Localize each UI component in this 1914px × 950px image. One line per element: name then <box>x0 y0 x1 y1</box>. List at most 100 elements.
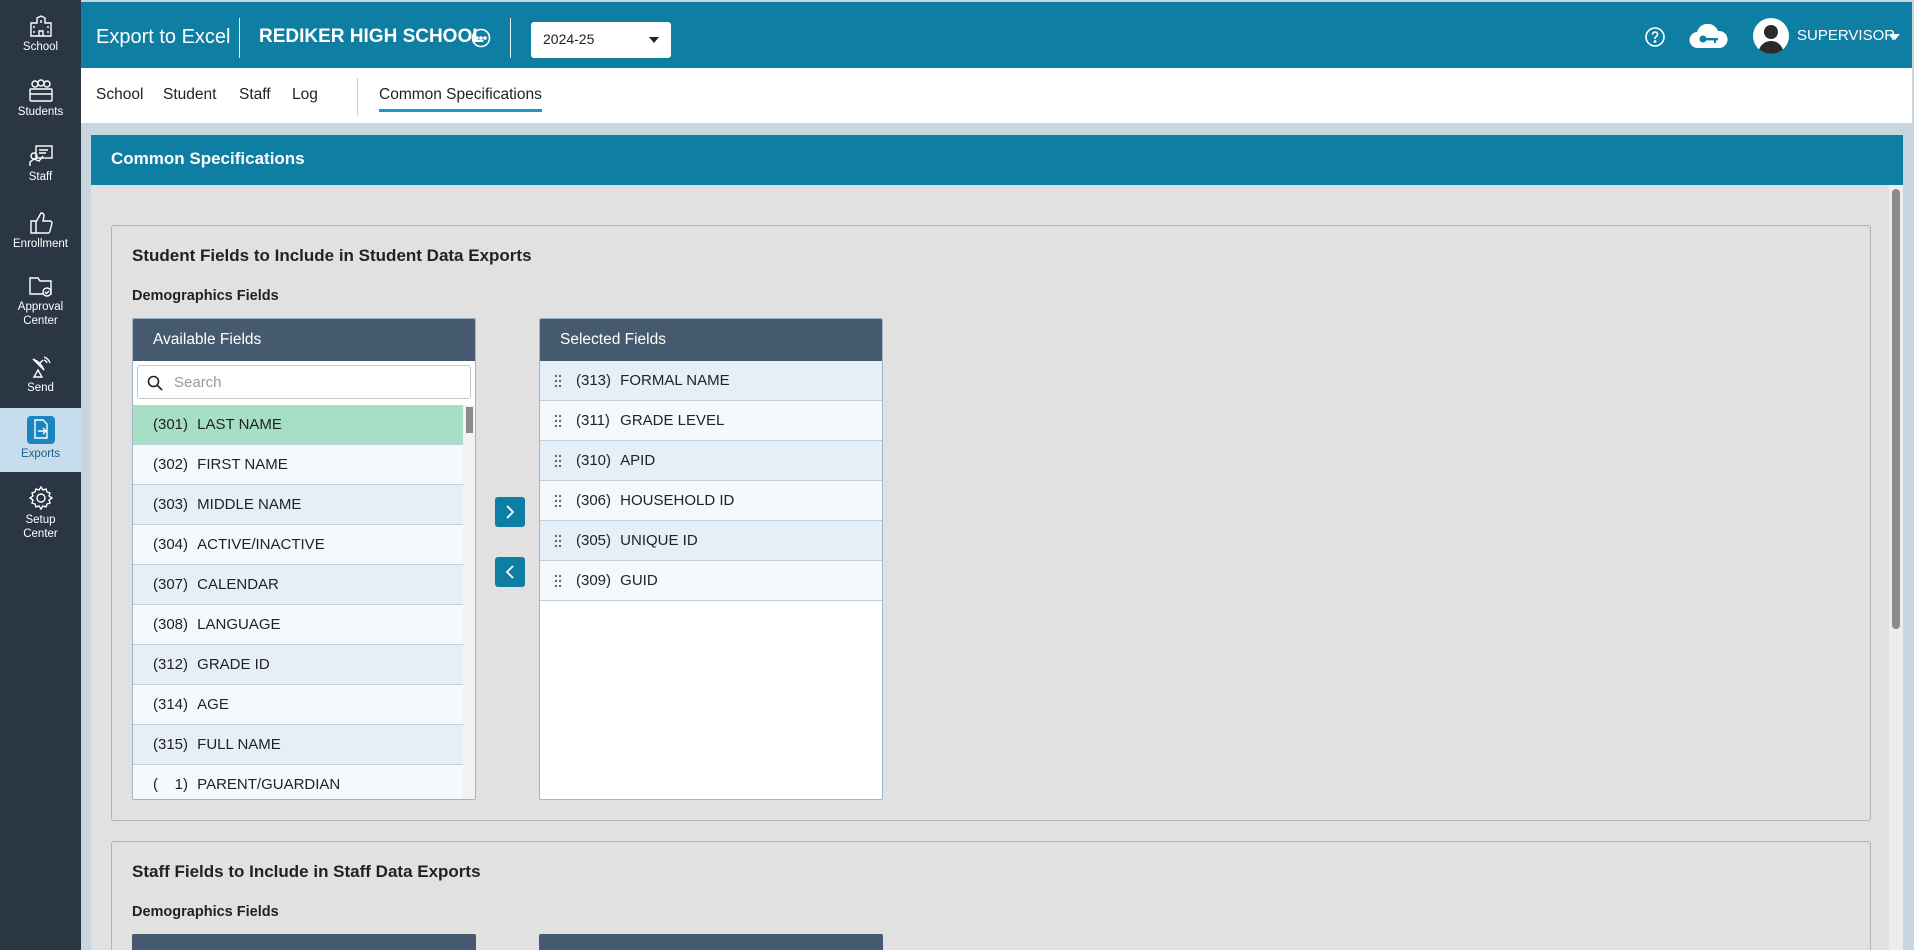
field-name: GRADE ID <box>197 656 270 673</box>
list-item[interactable]: (302) FIRST NAME <box>133 445 463 485</box>
field-code: (303) <box>153 496 189 513</box>
drag-handle-icon[interactable] <box>554 414 562 428</box>
sidebar-item-label: Center <box>23 528 58 540</box>
section-subtitle: Demographics Fields <box>132 288 279 304</box>
chevron-left-icon <box>505 565 514 579</box>
drag-handle-icon[interactable] <box>554 574 562 588</box>
field-name: LAST NAME <box>197 416 282 433</box>
list-item[interactable]: (303) MIDDLE NAME <box>133 485 463 525</box>
chevron-right-icon <box>506 505 515 519</box>
field-name: GRADE LEVEL <box>620 412 725 429</box>
list-scrollbar-thumb[interactable] <box>466 407 473 433</box>
main-panel: Common Specifications Student Fields to … <box>91 135 1903 950</box>
field-code: (305) <box>576 532 612 549</box>
field-code: ( 1) <box>153 776 189 793</box>
tab-log[interactable]: Log <box>292 86 318 104</box>
header-divider <box>510 18 511 58</box>
list-item[interactable]: ( 1) PARENT/GUARDIAN <box>133 765 463 799</box>
sidebar-item-students[interactable]: Students <box>0 79 81 119</box>
school-icon <box>29 15 52 37</box>
cloud-key-icon[interactable] <box>1688 24 1730 50</box>
sidebar-item-setup-center[interactable]: Setup Center <box>0 485 81 541</box>
selected-fields-list: Selected Fields (313) FORMAL NAME (311) … <box>539 318 883 800</box>
top-header: Export to Excel REDIKER HIGH SCHOOL 2024… <box>81 2 1912 68</box>
tab-common-specifications[interactable]: Common Specifications <box>379 86 542 112</box>
sidebar-item-send[interactable]: Send <box>0 353 81 395</box>
selected-rows: (313) FORMAL NAME (311) GRADE LEVEL (310… <box>540 361 882 601</box>
field-code: (306) <box>576 492 612 509</box>
list-item[interactable]: (308) LANGUAGE <box>133 605 463 645</box>
list-item[interactable]: (314) AGE <box>133 685 463 725</box>
sidebar-item-label: Students <box>17 106 64 118</box>
sidebar-item-staff[interactable]: Staff <box>0 144 81 184</box>
drag-handle-icon[interactable] <box>554 454 562 468</box>
field-code: (313) <box>576 372 612 389</box>
search-icon <box>147 375 163 391</box>
tab-student[interactable]: Student <box>163 86 216 104</box>
sidebar-item-school[interactable]: School <box>0 14 81 54</box>
field-code: (309) <box>576 572 612 589</box>
sidebar-item-approval-center[interactable]: Approval Center <box>0 274 81 328</box>
drag-handle-icon[interactable] <box>554 374 562 388</box>
panel-scrollbar-thumb[interactable] <box>1892 189 1900 629</box>
sidebar-item-label: Staff <box>28 171 53 183</box>
field-name: CALENDAR <box>197 576 279 593</box>
sidebar-item-exports[interactable]: Exports <box>0 408 81 472</box>
help-icon[interactable] <box>1644 26 1666 48</box>
list-item[interactable]: (311) GRADE LEVEL <box>540 401 882 441</box>
list-item[interactable]: (310) APID <box>540 441 882 481</box>
field-code: (312) <box>153 656 189 673</box>
sidebar-item-label: School <box>22 41 59 53</box>
tab-school[interactable]: School <box>96 86 143 104</box>
list-item[interactable]: (309) GUID <box>540 561 882 601</box>
sidebar-item-enrollment[interactable]: Enrollment <box>0 209 81 251</box>
field-name: FORMAL NAME <box>620 372 730 389</box>
sidebar-item-label: Enrollment <box>13 238 68 250</box>
section-title: Student Fields to Include in Student Dat… <box>132 246 532 265</box>
field-name: GUID <box>620 572 658 589</box>
chevron-down-icon[interactable] <box>1890 34 1900 40</box>
chevron-down-icon <box>649 37 659 43</box>
more-options-icon[interactable] <box>471 28 491 48</box>
move-right-button[interactable] <box>495 497 525 527</box>
field-name: FULL NAME <box>197 736 281 753</box>
list-item[interactable]: (301) LAST NAME <box>133 405 463 445</box>
avatar[interactable] <box>1753 18 1789 54</box>
field-code: (304) <box>153 536 189 553</box>
school-year-value: 2024-25 <box>543 31 595 47</box>
list-item[interactable]: (304) ACTIVE/INACTIVE <box>133 525 463 565</box>
app-title: Export to Excel <box>96 26 231 48</box>
field-name: UNIQUE ID <box>620 532 698 549</box>
drag-handle-icon[interactable] <box>554 494 562 508</box>
move-left-button[interactable] <box>495 557 525 587</box>
sidebar-item-label: Send <box>27 382 54 394</box>
list-header-bar <box>132 934 476 950</box>
tab-divider <box>357 78 358 116</box>
field-code: (311) <box>576 412 610 429</box>
drag-handle-icon[interactable] <box>554 534 562 548</box>
school-year-select[interactable]: 2024-25 <box>531 22 671 58</box>
list-item[interactable]: (315) FULL NAME <box>133 725 463 765</box>
field-code: (314) <box>153 696 189 713</box>
list-scrollbar-track[interactable] <box>463 405 475 799</box>
field-name: MIDDLE NAME <box>197 496 302 513</box>
school-name[interactable]: REDIKER HIGH SCHOOL <box>259 26 484 48</box>
list-item[interactable]: (307) CALENDAR <box>133 565 463 605</box>
sidebar-item-label: Setup <box>25 514 56 526</box>
tab-staff[interactable]: Staff <box>239 86 271 104</box>
satellite-icon <box>32 356 51 378</box>
section-title: Staff Fields to Include in Staff Data Ex… <box>132 862 481 881</box>
list-header-bar <box>539 934 883 950</box>
list-item[interactable]: (305) UNIQUE ID <box>540 521 882 561</box>
list-item[interactable]: (312) GRADE ID <box>133 645 463 685</box>
field-name: LANGUAGE <box>197 616 281 633</box>
export-file-icon <box>26 416 55 444</box>
folder-check-icon <box>28 277 52 297</box>
field-name: FIRST NAME <box>197 456 288 473</box>
user-name[interactable]: SUPERVISOR <box>1797 27 1895 44</box>
list-item[interactable]: (313) FORMAL NAME <box>540 361 882 401</box>
list-item[interactable]: (306) HOUSEHOLD ID <box>540 481 882 521</box>
field-name: ACTIVE/INACTIVE <box>197 536 325 553</box>
students-icon <box>28 79 53 102</box>
search-input[interactable]: Search <box>137 365 471 399</box>
